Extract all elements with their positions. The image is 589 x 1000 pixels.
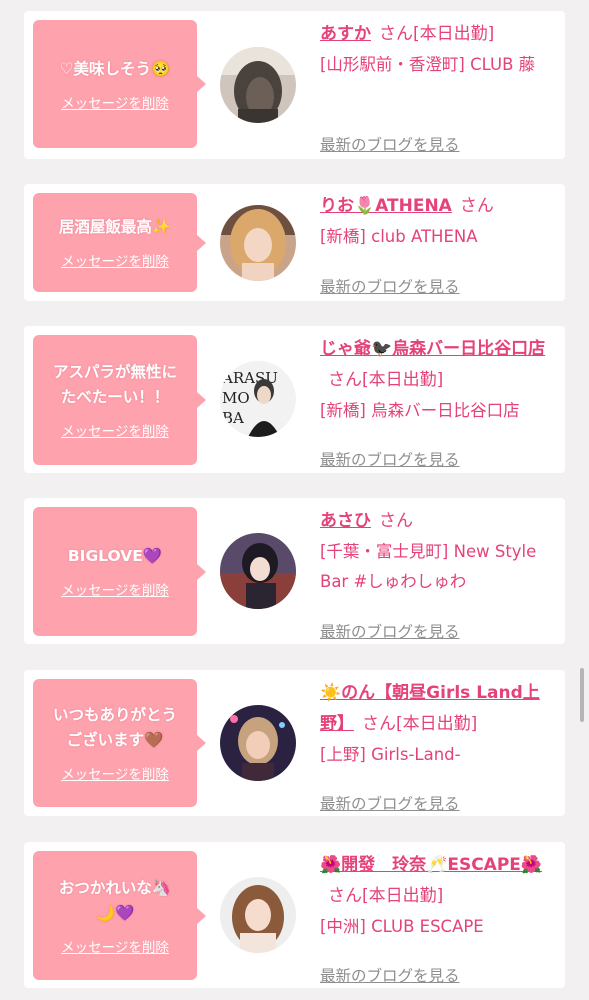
on-duty-badge: [本日出勤] bbox=[413, 24, 495, 44]
view-blog-link[interactable]: 最新のブログを見る bbox=[320, 448, 460, 470]
cast-info: あすか さん[本日出勤] [山形駅前・香澄町] CLUB 藤 最新のブログを見る bbox=[320, 19, 558, 154]
cast-name-link[interactable]: あすか bbox=[320, 24, 371, 44]
on-duty-badge: [本日出勤] bbox=[362, 886, 444, 906]
message-text: いつもありがとう ございます🤎 bbox=[52, 706, 177, 749]
avatar[interactable] bbox=[220, 533, 296, 609]
delete-message-link[interactable]: メッセージを削除 bbox=[61, 936, 169, 956]
svg-text:MO: MO bbox=[222, 389, 250, 407]
cast-name-link[interactable]: じゃ爺🐦‍⬛烏森バー日比谷口店 bbox=[320, 339, 545, 359]
avatar[interactable] bbox=[220, 205, 296, 281]
view-blog-link[interactable]: 最新のブログを見る bbox=[320, 620, 460, 642]
on-duty-badge: [本日出勤] bbox=[362, 370, 444, 390]
message-text: BIGLOVE💜 bbox=[67, 547, 163, 565]
delete-message-link[interactable]: メッセージを削除 bbox=[61, 420, 169, 440]
cast-name-link[interactable]: あさひ bbox=[320, 511, 371, 531]
cast-name-link[interactable]: 🌺開發 玲奈🥂ESCAPE🌺 bbox=[320, 855, 542, 875]
view-blog-link[interactable]: 最新のブログを見る bbox=[320, 792, 460, 814]
message-text: おつかれいな🦄 🌙💜 bbox=[58, 878, 172, 922]
cast-info: ☀️のん【朝昼Girls Land上野】 さん[本日出勤] [上野] Girls-… bbox=[320, 678, 558, 813]
shop-info: [新橋] 烏森バー日比谷口店 bbox=[320, 401, 520, 420]
scrollbar[interactable] bbox=[580, 668, 584, 722]
list-item: おつかれいな🦄 🌙💜 メッセージを削除 🌺開發 玲奈🥂ESCAPE🌺 さん[本日出… bbox=[24, 842, 565, 988]
honorific: さん bbox=[459, 196, 494, 216]
svg-text:BA: BA bbox=[222, 409, 244, 427]
shop-info: [山形駅前・香澄町] CLUB 藤 bbox=[320, 55, 536, 74]
on-duty-badge: [本日出勤] bbox=[396, 714, 478, 734]
message-bubble: ♡美味しそう🥺 メッセージを削除 bbox=[33, 20, 206, 148]
view-blog-link[interactable]: 最新のブログを見る bbox=[320, 275, 460, 297]
message-text: ♡美味しそう🥺 bbox=[59, 59, 171, 78]
view-blog-link[interactable]: 最新のブログを見る bbox=[320, 133, 460, 155]
shop-info: [中洲] CLUB ESCAPE bbox=[320, 917, 484, 936]
shop-info: [新橋] club ATHENA bbox=[320, 227, 478, 246]
delete-message-link[interactable]: メッセージを削除 bbox=[61, 579, 169, 599]
delete-message-link[interactable]: メッセージを削除 bbox=[61, 250, 169, 270]
cast-info: あさひ さん [千葉・富士見町] New Style Bar #しゅわしゅわ 最新… bbox=[320, 506, 558, 641]
cast-info: りお🌷ATHENA さん [新橋] club ATHENA 最新のブログを見る bbox=[320, 191, 558, 296]
honorific: さん bbox=[328, 370, 362, 390]
delete-message-link[interactable]: メッセージを削除 bbox=[61, 92, 169, 112]
honorific: さん bbox=[328, 886, 362, 906]
message-text: 居酒屋飯最高✨ bbox=[58, 218, 172, 236]
cast-info: 🌺開發 玲奈🥂ESCAPE🌺さん[本日出勤] [中洲] CLUB ESCAPE … bbox=[320, 850, 558, 985]
avatar[interactable]: ARASU MO BA bbox=[220, 361, 296, 437]
shop-info: [千葉・富士見町] New Style Bar #しゅわしゅわ bbox=[320, 542, 537, 591]
honorific: さん bbox=[379, 24, 413, 44]
avatar[interactable] bbox=[220, 877, 296, 953]
shop-info: [上野] Girls-Land- bbox=[320, 745, 461, 764]
cast-info: じゃ爺🐦‍⬛烏森バー日比谷口店さん[本日出勤] [新橋] 烏森バー日比谷口店 最… bbox=[320, 334, 558, 469]
delete-message-link[interactable]: メッセージを削除 bbox=[61, 763, 169, 783]
message-bubble: 居酒屋飯最高✨ メッセージを削除 bbox=[33, 193, 206, 292]
list-item: アスパラが無性に たべたーい！！ メッセージを削除 ARASU MO BA じゃ… bbox=[24, 326, 565, 473]
list-item: ♡美味しそう🥺 メッセージを削除 あすか さん[本日出勤] [山形駅前・香澄町] … bbox=[24, 11, 565, 159]
message-bubble: BIGLOVE💜 メッセージを削除 bbox=[33, 507, 206, 636]
message-bubble: おつかれいな🦄 🌙💜 メッセージを削除 bbox=[33, 851, 206, 980]
honorific: さん bbox=[379, 511, 413, 531]
avatar[interactable] bbox=[220, 705, 296, 781]
honorific: さん bbox=[362, 714, 396, 734]
message-bubble: アスパラが無性に たべたーい！！ メッセージを削除 bbox=[33, 335, 206, 465]
message-text: アスパラが無性に たべたーい！！ bbox=[52, 363, 177, 406]
cast-name-link[interactable]: りお🌷ATHENA bbox=[320, 196, 452, 216]
avatar[interactable] bbox=[220, 47, 296, 123]
message-bubble: いつもありがとう ございます🤎 メッセージを削除 bbox=[33, 679, 206, 807]
list-item: 居酒屋飯最高✨ メッセージを削除 りお🌷ATHENA さん [新橋] club A… bbox=[24, 184, 565, 301]
view-blog-link[interactable]: 最新のブログを見る bbox=[320, 964, 460, 986]
list-item: いつもありがとう ございます🤎 メッセージを削除 ☀️のん【朝昼Girls La… bbox=[24, 670, 565, 816]
list-item: BIGLOVE💜 メッセージを削除 あさひ さん [千葉・富士見町] New St… bbox=[24, 498, 565, 644]
